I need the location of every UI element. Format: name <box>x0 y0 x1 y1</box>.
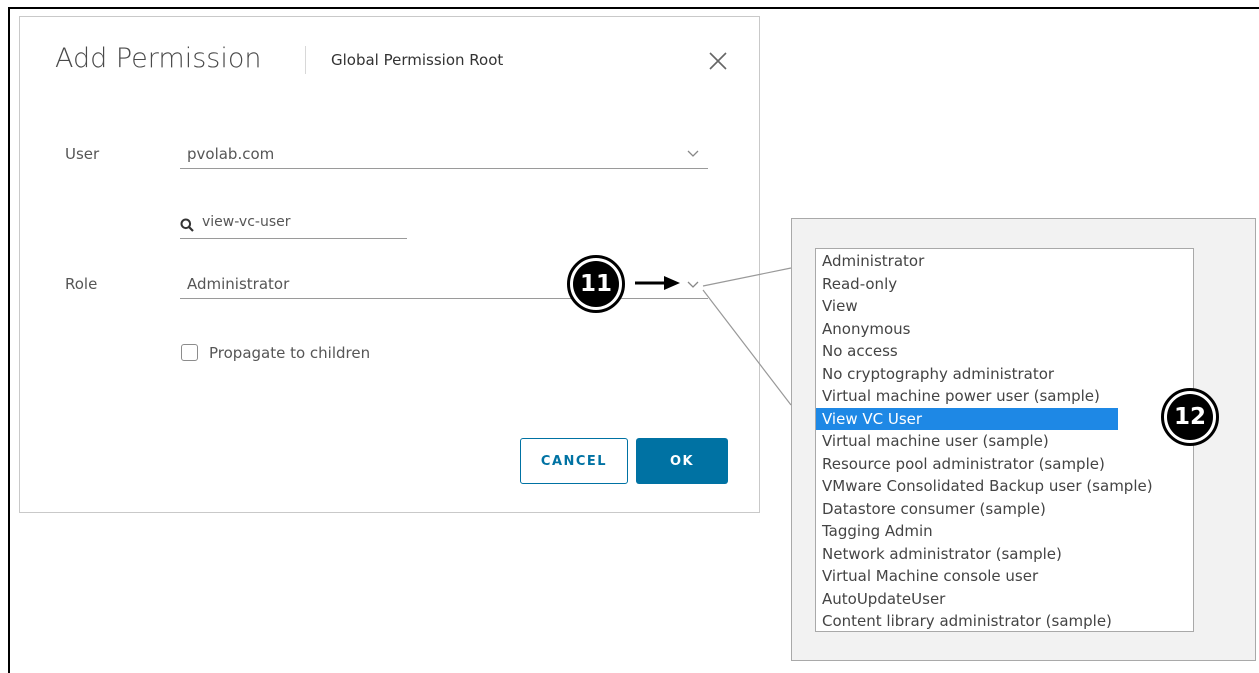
role-option[interactable]: Datastore consumer (sample) <box>816 498 1193 521</box>
callout-badge: 12 <box>1161 388 1219 446</box>
role-option[interactable]: Administrator <box>816 250 1193 273</box>
role-option[interactable]: Virtual Machine console user <box>816 565 1193 588</box>
role-option[interactable]: Network administrator (sample) <box>816 543 1193 566</box>
role-option[interactable]: Virtual machine user (sample) <box>816 430 1193 453</box>
role-option[interactable]: Content library administrator (sample) <box>816 610 1193 633</box>
role-option[interactable]: View <box>816 295 1193 318</box>
role-option[interactable]: VMware Consolidated Backup user (sample) <box>816 475 1193 498</box>
role-option[interactable]: No access <box>816 340 1193 363</box>
role-option[interactable]: Tagging Admin <box>816 520 1193 543</box>
callout-badge: 11 <box>567 255 625 313</box>
callout-number: 12 <box>1167 394 1213 440</box>
role-options-list[interactable]: Administrator Read-only View Anonymous N… <box>815 248 1194 632</box>
role-option[interactable]: Resource pool administrator (sample) <box>816 453 1193 476</box>
role-option[interactable]: Virtual machine power user (sample) <box>816 385 1193 408</box>
role-option[interactable]: No cryptography administrator <box>816 363 1193 386</box>
role-option[interactable]: Anonymous <box>816 318 1193 341</box>
role-option[interactable]: AutoUpdateUser <box>816 588 1193 611</box>
callout-number: 11 <box>573 261 619 307</box>
role-option[interactable]: Read-only <box>816 273 1193 296</box>
role-option-selected[interactable]: View VC User <box>816 407 1118 430</box>
